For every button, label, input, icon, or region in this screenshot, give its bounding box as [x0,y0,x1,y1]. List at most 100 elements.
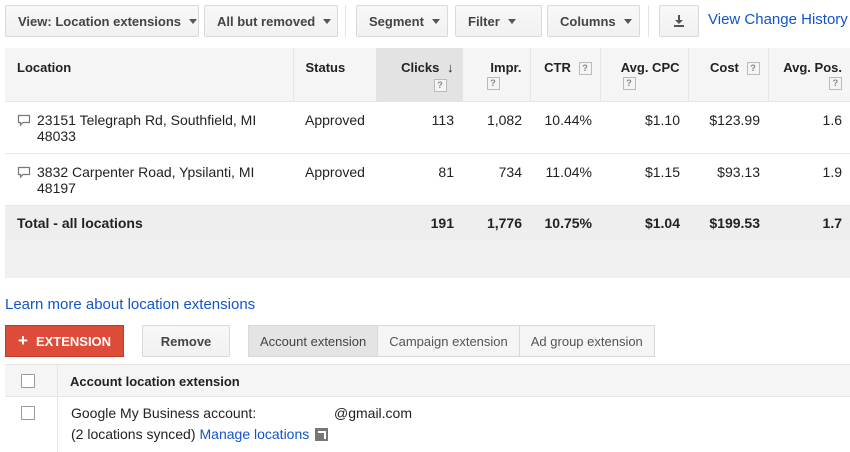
segment-label: Segment [369,13,424,29]
gmb-account-email: @gmail.com [334,405,413,421]
view-dropdown-label: View: Location extensions [18,13,182,29]
help-wrapper: ? [609,77,680,90]
sync-status: (2 locations synced) Manage locations [71,426,329,442]
tab-account-extension[interactable]: Account extension [249,326,379,356]
col-header-status[interactable]: Status [293,48,377,102]
comment-icon[interactable] [17,114,31,127]
chevron-down-icon [323,18,332,24]
header-label: Clicks [401,60,440,75]
location-text: 23151 Telegraph Rd, Southfield, MI 48033 [37,112,256,144]
remove-button[interactable]: Remove [142,325,230,357]
table-header-row: Location Status Clicks ↓ ? Impr. ? CTR ?… [5,48,850,102]
help-icon[interactable]: ? [486,77,500,90]
select-all-checkbox[interactable] [21,374,35,388]
table-row: 23151 Telegraph Rd, Southfield, MI 48033… [5,101,850,154]
location-line1: 23151 Telegraph Rd, Southfield, MI [37,111,257,128]
filter-dropdown[interactable]: Filter [455,5,542,37]
cost-cell: $93.13 [688,153,768,206]
status-cell: Approved [293,153,376,206]
column-divider [57,397,58,452]
location-line1: 3832 Carpenter Road, Ypsilanti, MI [37,163,255,180]
help-icon[interactable]: ? [622,77,636,90]
columns-label: Columns [560,13,616,29]
learn-more-link[interactable]: Learn more about location extensions [5,296,255,313]
total-impr: 1,776 [462,205,530,239]
col-header-cost[interactable]: Cost ? [688,48,769,102]
header-label: CTR [544,60,571,75]
help-icon[interactable]: ? [829,77,842,90]
tab-campaign-extension[interactable]: Campaign extension [378,326,520,356]
total-avg-pos: 1.7 [768,205,850,239]
ctr-cell: 11.04% [530,153,600,206]
chevron-down-icon [189,18,198,24]
extension-level-tabs: Account extension Campaign extension Ad … [248,325,655,357]
synced-count: (2 locations synced) [71,426,196,442]
col-header-clicks[interactable]: Clicks ↓ ? [376,48,463,102]
avg-pos-cell: 1.6 [768,101,850,154]
account-extension-table: Account location extension Google My Bus… [5,364,850,452]
help-wrapper: ? [777,77,842,90]
table-row: Google My Business account: @gmail.com (… [5,397,850,452]
help-wrapper: ? [385,77,454,93]
col-header-impr[interactable]: Impr. ? [462,48,531,102]
cost-cell: $123.99 [688,101,768,154]
status-filter-dropdown[interactable]: All but removed [204,5,338,37]
add-extension-button[interactable]: + EXTENSION [5,325,124,357]
plus-icon: + [18,331,28,350]
impr-cell: 1,082 [462,101,530,154]
external-link-icon[interactable] [315,427,329,441]
toolbar-divider [648,5,649,37]
location-cell: 23151 Telegraph Rd, Southfield, MI 48033 [5,101,293,154]
total-cost: $199.53 [688,205,768,239]
chevron-down-icon [623,18,632,24]
segment-dropdown[interactable]: Segment [356,5,448,37]
location-text: 3832 Carpenter Road, Ypsilanti, MI 48197 [37,164,254,196]
comment-icon[interactable] [17,166,31,179]
header-label: Avg. CPC [620,60,680,75]
header-label: Location [17,60,72,75]
account-header-label: Account location extension [70,374,240,389]
col-header-avg-cpc[interactable]: Avg. CPC ? [600,48,689,102]
filter-label: Filter [468,13,500,29]
status-cell: Approved [293,101,376,154]
help-wrapper: ? [471,77,522,90]
avg-cpc-cell: $1.10 [600,101,688,154]
total-clicks: 191 [376,205,462,239]
chevron-down-icon [431,18,440,24]
avg-pos-cell: 1.9 [768,153,850,206]
table-row: 3832 Carpenter Road, Ypsilanti, MI 48197… [5,153,850,206]
avg-cpc-cell: $1.15 [600,153,688,206]
help-icon[interactable]: ? [578,62,592,76]
clicks-cell: 81 [376,153,462,206]
table-footer-band [5,239,850,278]
sort-down-icon: ↓ [447,60,454,75]
location-line2: 48033 [37,127,76,144]
download-icon [674,15,684,27]
col-header-avg-pos[interactable]: Avg. Pos. ? [768,48,850,102]
manage-locations-link[interactable]: Manage locations [200,426,310,442]
total-avg-cpc: $1.04 [600,205,688,239]
download-button[interactable] [659,5,699,37]
header-label: Impr. [490,60,522,75]
col-header-ctr[interactable]: CTR ? [530,48,601,102]
toolbar: View: Location extensions All but remove… [0,0,850,42]
header-label: Avg. Pos. [783,60,842,75]
view-dropdown[interactable]: View: Location extensions [5,5,199,37]
tab-ad-group-extension[interactable]: Ad group extension [519,326,654,356]
help-icon[interactable]: ? [746,62,760,76]
header-label: Cost [709,60,739,75]
gmb-account-label: Google My Business account: [71,405,257,421]
view-change-history-link[interactable]: View Change History [708,11,848,28]
row-checkbox[interactable] [21,406,35,420]
chevron-down-icon [507,18,516,24]
status-filter-label: All but removed [217,13,316,29]
location-stats-table: Location Status Clicks ↓ ? Impr. ? CTR ?… [5,48,850,239]
col-header-location[interactable]: Location [5,48,294,102]
clicks-cell: 113 [376,101,462,154]
impr-cell: 734 [462,153,530,206]
location-line2: 48197 [37,179,76,196]
help-icon[interactable]: ? [433,79,447,93]
total-ctr: 10.75% [530,205,600,239]
add-extension-label: EXTENSION [35,333,112,349]
columns-dropdown[interactable]: Columns [547,5,640,37]
